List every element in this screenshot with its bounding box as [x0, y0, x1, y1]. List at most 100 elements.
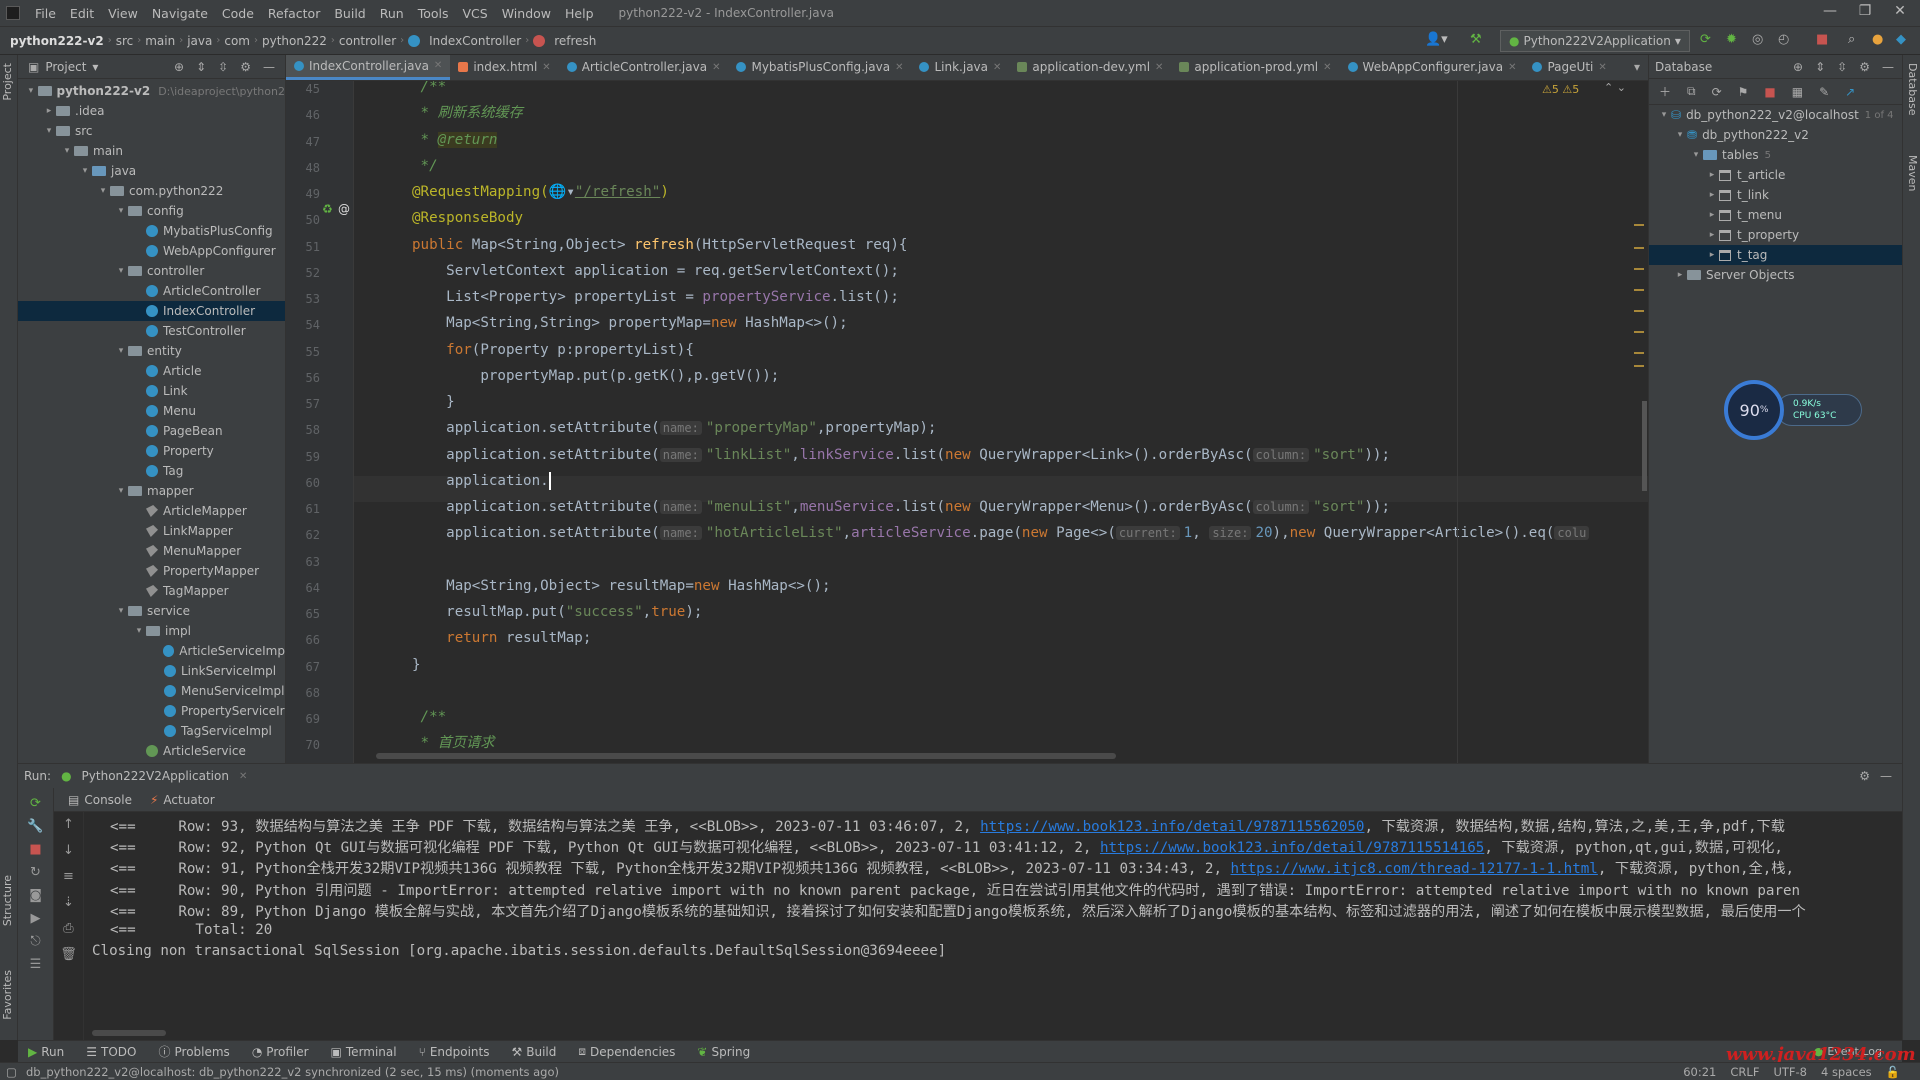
menu-vcs[interactable]: VCS	[456, 6, 495, 21]
breadcrumb-refresh[interactable]: refresh	[550, 34, 600, 48]
warning-stripe-mark[interactable]	[1634, 268, 1644, 270]
tree-item[interactable]: TagMapper	[18, 581, 285, 601]
hide-icon[interactable]: —	[263, 60, 275, 74]
chevron-down-icon[interactable]: ▾	[24, 86, 38, 96]
toolwindow-endpoints[interactable]: ⑂ Endpoints	[419, 1045, 490, 1059]
close-tab-icon[interactable]: ✕	[434, 60, 442, 71]
chevron-down-icon[interactable]: ▾	[42, 126, 56, 136]
code-editor[interactable]: 45 46 47 48 49 50 51 52 53 54 55 56 57 58 59 60 61 62 63 64…	[286, 81, 1648, 763]
maven-tool-button[interactable]: Maven	[1906, 155, 1919, 191]
user-icon[interactable]: 👤▾	[1425, 32, 1448, 47]
coverage-icon[interactable]: ◎	[1752, 32, 1763, 47]
expand-all-icon[interactable]: ⇕	[196, 60, 206, 74]
tree-item[interactable]: Property	[18, 441, 285, 461]
database-tool-button[interactable]: Database	[1906, 63, 1919, 116]
line-separator[interactable]: CRLF	[1730, 1065, 1759, 1079]
breadcrumb-project[interactable]: python222-v2	[0, 34, 108, 48]
update-icon[interactable]: ●	[1872, 32, 1883, 47]
project-tool-button[interactable]: Project	[1, 63, 14, 101]
editor-tab[interactable]: application-dev.yml ✕	[1009, 55, 1171, 80]
console-link[interactable]: https://www.book123.info/detail/97871155…	[1100, 840, 1484, 856]
tab-overflow-icon[interactable]: ▾	[1626, 60, 1648, 80]
locate-icon[interactable]: ⊕	[1793, 60, 1803, 74]
chevron-right-icon[interactable]: ▸	[1705, 170, 1719, 180]
bean-gutter-icon[interactable]: ♻	[322, 202, 333, 216]
file-encoding[interactable]: UTF-8	[1773, 1065, 1807, 1079]
hide-icon[interactable]: —	[1880, 769, 1902, 783]
toolwindow-dependencies[interactable]: ⧈ Dependencies	[578, 1044, 675, 1059]
toolwindow-profiler[interactable]: ◔ Profiler	[252, 1045, 309, 1059]
tree-item[interactable]: PageBean	[18, 421, 285, 441]
menu-code[interactable]: Code	[215, 6, 261, 21]
breadcrumb-indexcontroller[interactable]: IndexController	[425, 34, 525, 48]
menu-window[interactable]: Window	[495, 6, 558, 21]
menu-navigate[interactable]: Navigate	[145, 6, 215, 21]
minimize-icon[interactable]: —	[1815, 3, 1845, 19]
close-tab-icon[interactable]: ✕	[1155, 62, 1163, 73]
db-server-objects[interactable]: ▸ Server Objects	[1649, 265, 1902, 285]
warning-stripe-mark[interactable]	[1634, 289, 1644, 291]
caret-position[interactable]: 60:21	[1683, 1065, 1716, 1079]
breadcrumb-python222[interactable]: python222	[258, 34, 331, 48]
structure-tool-button[interactable]: Structure	[1, 875, 14, 926]
add-icon[interactable]: ＋	[1659, 83, 1671, 100]
chevron-down-icon[interactable]: ▾	[132, 626, 146, 636]
stop-icon[interactable]: ■	[18, 842, 53, 857]
menu-edit[interactable]: Edit	[63, 6, 101, 21]
breadcrumb-controller[interactable]: controller	[335, 34, 400, 48]
lock-icon[interactable]: 🔓	[1886, 1065, 1900, 1079]
db-tables-folder[interactable]: ▾ tables 5	[1649, 145, 1902, 165]
close-icon[interactable]: ✕	[239, 771, 247, 782]
tree-item[interactable]: ▾ service	[18, 601, 285, 621]
soft-wrap-icon[interactable]: ≡	[54, 864, 83, 890]
editor-tab[interactable]: PageUti ✕	[1524, 55, 1614, 80]
tree-item[interactable]: ▾ controller	[18, 261, 285, 281]
warning-stripe-mark[interactable]	[1634, 247, 1644, 249]
breadcrumb-com[interactable]: com	[220, 34, 254, 48]
expand-all-icon[interactable]: ⇕	[1815, 60, 1825, 74]
collapse-all-icon[interactable]: ⇳	[1837, 60, 1847, 74]
tree-item[interactable]: MenuServiceImpl	[18, 681, 285, 701]
rerun-icon[interactable]: ⟳	[1700, 32, 1711, 47]
tree-item[interactable]: LinkServiceImpl	[18, 661, 285, 681]
tree-item[interactable]: ▾ config	[18, 201, 285, 221]
menu-tools[interactable]: Tools	[411, 6, 456, 21]
chevron-down-icon[interactable]: ▾	[60, 146, 74, 156]
locate-icon[interactable]: ⊕	[174, 60, 184, 74]
camera-icon[interactable]: ◙	[18, 888, 53, 903]
chevron-down-icon[interactable]: ▾	[96, 186, 110, 196]
tree-item[interactable]: ArticleService	[18, 741, 285, 761]
console-link[interactable]: https://www.itjc8.com/thread-12177-1-1.h…	[1231, 861, 1598, 877]
table-icon[interactable]: ▦	[1792, 85, 1803, 99]
tree-item[interactable]: ▾ mapper	[18, 481, 285, 501]
trash-icon[interactable]: 🗑	[54, 942, 83, 968]
layout-icon[interactable]: ☰	[18, 957, 53, 972]
toolwindow-todo[interactable]: ☰ TODO	[86, 1045, 136, 1059]
tree-item[interactable]: ArticleMapper	[18, 501, 285, 521]
toolwindow-terminal[interactable]: ▣ Terminal	[331, 1045, 397, 1059]
debug-icon[interactable]: ✹	[1726, 32, 1737, 47]
mapping-gutter-icon[interactable]: @	[338, 202, 350, 216]
exit-icon[interactable]: ⎋	[18, 934, 53, 949]
tree-item[interactable]: ▾ java	[18, 161, 285, 181]
tree-item[interactable]: ▾ impl	[18, 621, 285, 641]
tree-item[interactable]: TestController	[18, 321, 285, 341]
editor-tab[interactable]: application-prod.yml ✕	[1171, 55, 1339, 80]
tree-item[interactable]: ▾ entity	[18, 341, 285, 361]
jump-icon[interactable]: ↗	[1845, 85, 1855, 99]
warning-stripe-mark[interactable]	[1634, 310, 1644, 312]
tab-actuator[interactable]: ⚡ Actuator	[150, 793, 215, 807]
copy-icon[interactable]: ⧉	[1687, 84, 1696, 99]
toolwindow-spring[interactable]: ❦ Spring	[697, 1045, 750, 1059]
gear-icon[interactable]: ⚙	[1859, 769, 1870, 783]
navigate-arrows-icon[interactable]: ⌃ ⌄	[1604, 81, 1626, 94]
tree-item[interactable]: Link	[18, 381, 285, 401]
close-tab-icon[interactable]: ✕	[993, 62, 1001, 73]
menu-build[interactable]: Build	[327, 6, 372, 21]
warnings-indicator[interactable]: ⚠5 ⚠5	[1542, 83, 1579, 96]
tree-item[interactable]: PropertyServiceIr	[18, 701, 285, 721]
run-config-tab[interactable]: Python222V2Application	[82, 769, 229, 783]
project-panel-title[interactable]: Project	[45, 60, 86, 74]
db-connection[interactable]: ▾ ⛁ db_python222_v2@localhost 1 of 4	[1649, 105, 1902, 125]
breadcrumb-main[interactable]: main	[141, 34, 179, 48]
